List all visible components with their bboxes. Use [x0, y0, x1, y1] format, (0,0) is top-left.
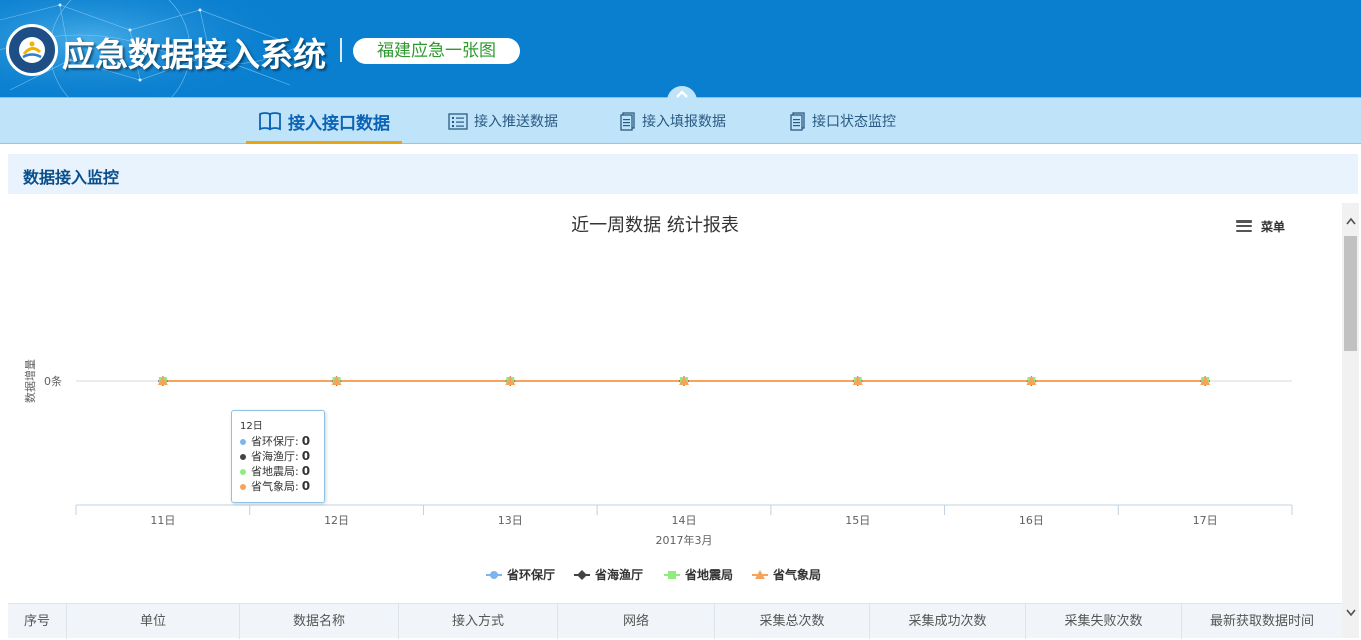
legend-marker [490, 571, 498, 579]
tooltip-row: 省环保厅:0 [240, 434, 324, 449]
tab-interface-data[interactable]: 接入接口数据 [246, 98, 402, 144]
tooltip-series-name: 省环保厅 [251, 435, 295, 448]
column-header[interactable]: 采集成功次数 [870, 604, 1026, 639]
x-tick-label: 17日 [1193, 514, 1218, 527]
tooltip-row: 省海渔厅:0 [240, 449, 324, 464]
legend-marker [668, 571, 676, 579]
legend-item[interactable]: 省气象局 [772, 567, 821, 582]
legend-item[interactable]: 省环保厅 [506, 567, 555, 582]
column-header[interactable]: 数据名称 [240, 604, 399, 639]
title-divider [340, 38, 342, 62]
book-icon [259, 112, 281, 131]
legend-item[interactable]: 省海渔厅 [594, 567, 643, 582]
tooltip-row: 省气象局:0 [240, 479, 324, 494]
tooltip-series-name: 省海渔厅 [251, 450, 295, 463]
x-tick-label: 13日 [498, 514, 523, 527]
column-header[interactable]: 网络 [558, 604, 715, 639]
data-table-header: 序号 单位 数据名称 接入方式 网络 采集总次数 采集成功次数 采集失败次数 最… [8, 603, 1342, 639]
y-axis-title: 数据增量 [23, 359, 37, 403]
tab-status-monitor[interactable]: 接口状态监控 [790, 98, 896, 144]
tooltip-row: 省地震局:0 [240, 464, 324, 479]
chart-panel: 11日 12日 13日 14日 15日 16日 17日 2017年3月 0条 数据增量 省环保厅 省海… [8, 203, 1342, 603]
tooltip-value: 0 [301, 449, 311, 463]
line-chart: 11日 12日 13日 14日 15日 16日 17日2017年3月0条数据增量省环保厅 省海… [23, 359, 1293, 582]
scrollbar-thumb[interactable] [1344, 236, 1357, 351]
chart-tooltip: 12日 省环保厅:0 省海渔厅:0 省地震局:0 省气象局:0 [231, 410, 325, 503]
chevron-down-icon [1345, 609, 1356, 617]
app-title: 应急数据接入系统 [62, 35, 326, 74]
tooltip-value: 0 [301, 479, 311, 493]
column-header[interactable]: 单位 [67, 604, 240, 639]
x-tick-label: 12日 [324, 514, 349, 527]
series-dot-icon [240, 438, 246, 445]
menu-label: 菜单 [1261, 219, 1286, 234]
series-dot-icon [240, 468, 246, 475]
column-header[interactable]: 序号 [8, 604, 67, 639]
tab-label: 接入推送数据 [474, 114, 558, 130]
scroll-up-button[interactable] [1342, 217, 1359, 229]
x-axis-title: 2017年3月 [656, 533, 713, 547]
vertical-scrollbar[interactable] [1342, 203, 1359, 638]
tooltip-series-name: 省地震局 [251, 465, 295, 478]
section-header: 数据接入监控 [8, 154, 1358, 194]
hamburger-icon [1236, 220, 1252, 232]
active-tab-indicator [246, 141, 402, 144]
section-title: 数据接入监控 [23, 168, 120, 187]
x-tick-label: 15日 [845, 514, 870, 527]
document-icon [790, 111, 805, 131]
series-dot-icon [240, 453, 246, 460]
emergency-logo [6, 24, 58, 76]
chevron-up-icon [1345, 217, 1356, 225]
tooltip-value: 0 [301, 434, 311, 448]
list-icon [448, 112, 468, 130]
tab-label: 接入填报数据 [642, 114, 726, 130]
column-header[interactable]: 采集失败次数 [1026, 604, 1182, 639]
chart-menu-button[interactable]: 菜单 [1236, 217, 1285, 235]
legend-marker [577, 570, 587, 580]
legend-item[interactable]: 省地震局 [684, 567, 733, 582]
subtitle-badge[interactable]: 福建应急一张图 [353, 38, 520, 64]
series-dot-icon [240, 483, 246, 490]
scroll-down-button[interactable] [1342, 609, 1359, 621]
column-header[interactable]: 接入方式 [399, 604, 558, 639]
tooltip-header: 12日 [240, 421, 263, 432]
x-tick-label: 11日 [150, 514, 175, 527]
tab-label: 接口状态监控 [812, 114, 896, 130]
tooltip-series-name: 省气象局 [251, 480, 295, 493]
chevron-up-icon [676, 90, 688, 98]
x-tick-label: 16日 [1019, 514, 1044, 527]
x-tick-label: 14日 [672, 514, 697, 527]
document-icon [620, 111, 635, 131]
tab-push-data[interactable]: 接入推送数据 [448, 98, 558, 144]
chart-title: 近一周数据 统计报表 [571, 215, 739, 236]
column-header[interactable]: 最新获取数据时间 [1182, 604, 1342, 639]
tab-label: 接入接口数据 [288, 113, 390, 134]
column-header[interactable]: 采集总次数 [715, 604, 870, 639]
collapse-header-button[interactable] [667, 86, 697, 108]
tooltip-value: 0 [301, 464, 311, 478]
app-header: 应急数据接入系统 福建应急一张图 [0, 0, 1361, 97]
y-tick-label: 0条 [44, 374, 62, 388]
